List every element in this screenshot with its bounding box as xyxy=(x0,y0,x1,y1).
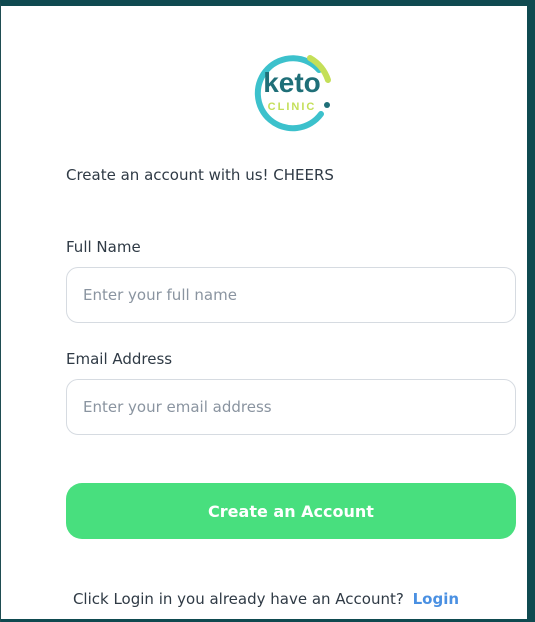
full-name-input[interactable] xyxy=(66,267,516,323)
login-prompt-text: Click Login in you already have an Accou… xyxy=(72,590,404,608)
create-account-button[interactable]: Create an Account xyxy=(66,483,516,539)
login-prompt: Click Login in you already have an Accou… xyxy=(1,590,531,608)
signup-panel: keto CLINIC Create an account with us! C… xyxy=(1,6,531,622)
logo-dot-icon xyxy=(324,102,330,108)
full-name-label: Full Name xyxy=(66,238,141,256)
logo-subword: CLINIC xyxy=(268,101,317,113)
signup-window: keto CLINIC Create an account with us! C… xyxy=(0,0,535,622)
logo-mark: keto CLINIC xyxy=(254,55,331,132)
signup-intro-text: Create an account with us! CHEERS xyxy=(66,166,334,184)
login-link[interactable]: Login xyxy=(413,590,459,608)
window-edge-right xyxy=(527,6,531,622)
email-label: Email Address xyxy=(66,350,173,368)
logo-word: keto xyxy=(263,67,321,98)
keto-clinic-logo-icon: keto CLINIC xyxy=(247,44,337,136)
email-input[interactable] xyxy=(66,379,516,435)
